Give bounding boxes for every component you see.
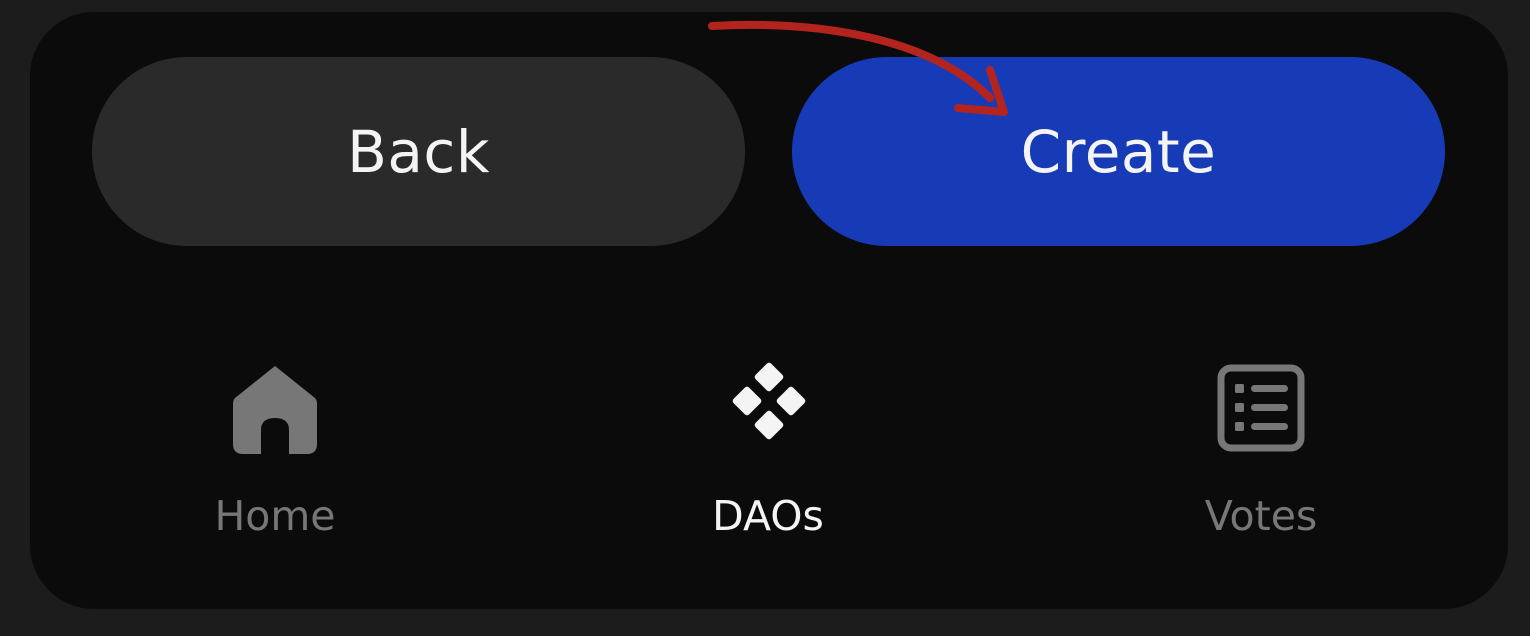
back-button-label: Back (347, 117, 490, 186)
home-icon (227, 360, 323, 456)
create-button-label: Create (1020, 117, 1217, 186)
back-button[interactable]: Back (92, 57, 745, 246)
nav-item-home[interactable]: Home (145, 360, 405, 560)
nav-label-home: Home (214, 492, 336, 540)
nav-label-votes: Votes (1204, 492, 1318, 540)
create-button[interactable]: Create (792, 57, 1445, 246)
nav-item-votes[interactable]: Votes (1131, 360, 1391, 560)
nav-item-daos[interactable]: DAOs (638, 360, 898, 560)
daos-icon (720, 360, 816, 456)
votes-icon (1213, 360, 1309, 456)
nav-label-daos: DAOs (712, 492, 824, 540)
